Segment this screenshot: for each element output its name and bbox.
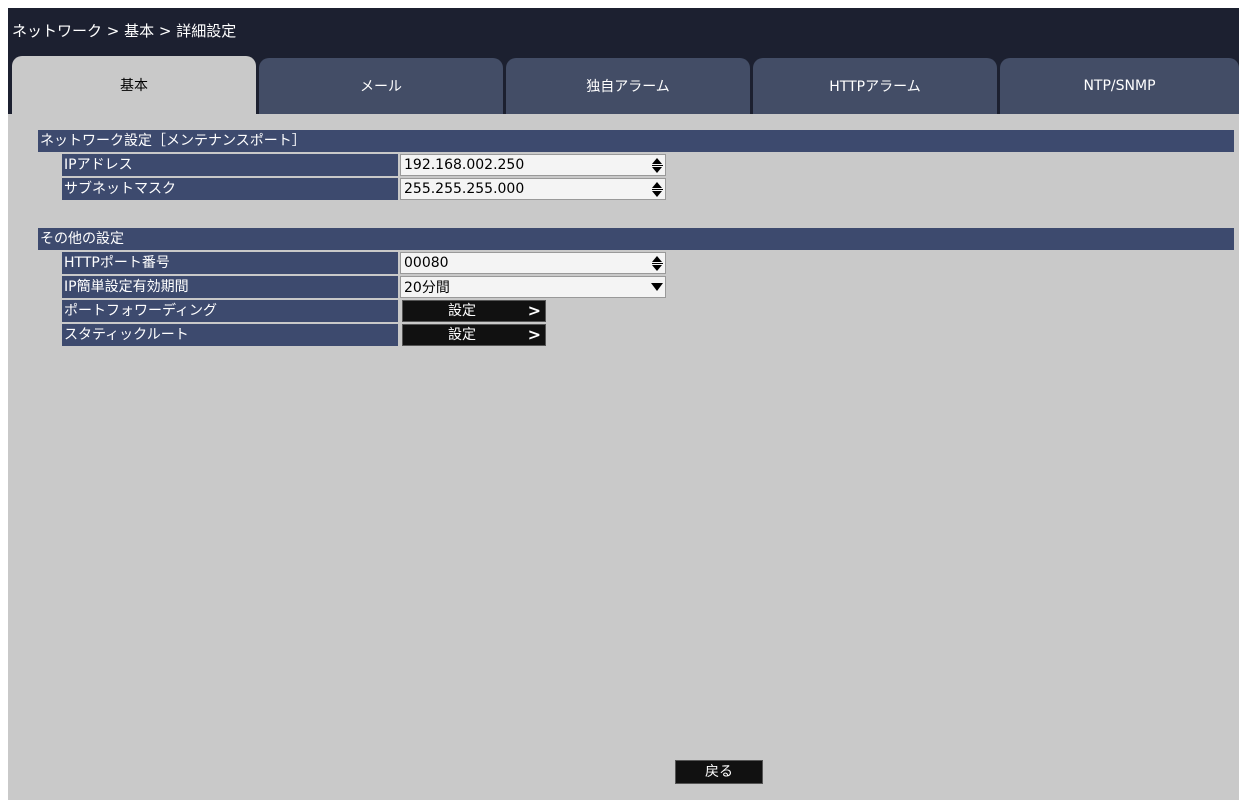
title-bar: ネットワーク > 基本 > 詳細設定: [8, 8, 1239, 56]
ip-address-value[interactable]: 192.168.002.250: [401, 157, 649, 173]
ip-easy-setup-label: IP簡単設定有効期間: [62, 276, 398, 298]
port-forwarding-button-label: 設定: [448, 303, 476, 319]
back-button[interactable]: 戻る: [675, 760, 763, 784]
subnet-mask-field[interactable]: 255.255.255.000: [400, 178, 666, 200]
chevron-right-icon: >: [527, 301, 541, 320]
tab-mail[interactable]: メール: [259, 58, 503, 114]
up-down-spinner-icon[interactable]: [649, 253, 665, 273]
static-route-settings-button[interactable]: 設定 >: [402, 324, 546, 346]
tab-http-alarm[interactable]: HTTPアラーム: [753, 58, 997, 114]
subnet-mask-label: サブネットマスク: [62, 178, 398, 200]
settings-window: ネットワーク > 基本 > 詳細設定 基本 メール 独自アラーム HTTPアラー…: [8, 8, 1239, 800]
http-port-value[interactable]: 00080: [401, 255, 649, 271]
http-port-field[interactable]: 00080: [400, 252, 666, 274]
port-forwarding-label: ポートフォワーディング: [62, 300, 398, 322]
ip-address-label: IPアドレス: [62, 154, 398, 176]
up-down-spinner-icon[interactable]: [649, 179, 665, 199]
ip-easy-setup-value[interactable]: 20分間: [401, 277, 649, 297]
ip-easy-setup-select[interactable]: 20分間: [400, 276, 666, 298]
dropdown-arrow-icon[interactable]: [649, 277, 665, 297]
network-settings-header: ネットワーク設定［メンテナンスポート］: [38, 130, 1234, 152]
port-forwarding-settings-button[interactable]: 設定 >: [402, 300, 546, 322]
up-down-spinner-icon[interactable]: [649, 155, 665, 175]
tab-ntp-snmp[interactable]: NTP/SNMP: [1000, 58, 1239, 114]
ip-address-field[interactable]: 192.168.002.250: [400, 154, 666, 176]
static-route-button-label: 設定: [448, 327, 476, 343]
tab-bar: 基本 メール 独自アラーム HTTPアラーム NTP/SNMP: [8, 56, 1239, 114]
tab-custom-alarm[interactable]: 独自アラーム: [506, 58, 750, 114]
chevron-right-icon: >: [527, 325, 541, 344]
subnet-mask-value[interactable]: 255.255.255.000: [401, 181, 649, 197]
static-route-label: スタティックルート: [62, 324, 398, 346]
other-settings-header: その他の設定: [38, 228, 1234, 250]
http-port-label: HTTPポート番号: [62, 252, 398, 274]
tab-basic[interactable]: 基本: [12, 56, 256, 114]
breadcrumb: ネットワーク > 基本 > 詳細設定: [12, 22, 237, 40]
